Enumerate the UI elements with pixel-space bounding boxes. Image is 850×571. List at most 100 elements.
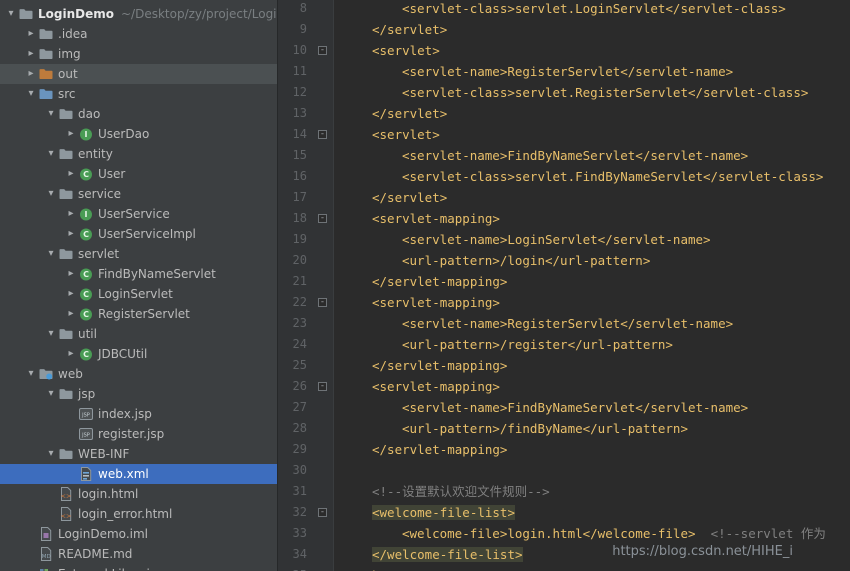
tree-item-entity[interactable]: ▾entity bbox=[0, 144, 277, 164]
code-line-17[interactable]: 17</servlet> bbox=[278, 187, 850, 208]
line-number[interactable]: 23 bbox=[278, 313, 314, 334]
tree-item-user[interactable]: ▸CUser bbox=[0, 164, 277, 184]
fold-gutter[interactable]: - bbox=[314, 376, 334, 397]
tree-item-userserviceimpl[interactable]: ▸CUserServiceImpl bbox=[0, 224, 277, 244]
code-line-10[interactable]: 10-<servlet> bbox=[278, 40, 850, 61]
collapse-fold-icon[interactable]: - bbox=[318, 214, 327, 223]
tree-item-registerservlet[interactable]: ▸CRegisterServlet bbox=[0, 304, 277, 324]
chevron-down-icon[interactable]: ▾ bbox=[44, 144, 58, 164]
collapse-fold-icon[interactable]: - bbox=[318, 130, 327, 139]
tree-item-servlet[interactable]: ▾servlet bbox=[0, 244, 277, 264]
tree-item-loginservlet[interactable]: ▸CLoginServlet bbox=[0, 284, 277, 304]
chevron-down-icon[interactable]: ▾ bbox=[4, 4, 18, 24]
line-number[interactable]: 8 bbox=[278, 0, 314, 19]
line-number[interactable]: 32 bbox=[278, 502, 314, 523]
line-number[interactable]: 18 bbox=[278, 208, 314, 229]
code-line-29[interactable]: 29</servlet-mapping> bbox=[278, 439, 850, 460]
tree-item-idea[interactable]: ▸.idea bbox=[0, 24, 277, 44]
code-line-18[interactable]: 18-<servlet-mapping> bbox=[278, 208, 850, 229]
fold-gutter[interactable]: - bbox=[314, 208, 334, 229]
line-number[interactable]: 15 bbox=[278, 145, 314, 166]
chevron-down-icon[interactable]: ▾ bbox=[44, 184, 58, 204]
line-number[interactable]: 34 bbox=[278, 544, 314, 565]
code-line-28[interactable]: 28<url-pattern>/findByName</url-pattern> bbox=[278, 418, 850, 439]
tree-item-register-jsp[interactable]: JSPregister.jsp bbox=[0, 424, 277, 444]
tree-item-dao[interactable]: ▾dao bbox=[0, 104, 277, 124]
tree-item-jsp[interactable]: ▾jsp bbox=[0, 384, 277, 404]
chevron-down-icon[interactable]: ▾ bbox=[44, 104, 58, 124]
chevron-right-icon[interactable]: ▸ bbox=[64, 344, 78, 364]
tree-item-findbynameservlet[interactable]: ▸CFindByNameServlet bbox=[0, 264, 277, 284]
code-line-11[interactable]: 11<servlet-name>RegisterServlet</servlet… bbox=[278, 61, 850, 82]
line-number[interactable]: 9 bbox=[278, 19, 314, 40]
code-line-22[interactable]: 22-<servlet-mapping> bbox=[278, 292, 850, 313]
tree-item-login-error-html[interactable]: <>login_error.html bbox=[0, 504, 277, 524]
line-number[interactable]: 31 bbox=[278, 481, 314, 502]
line-number[interactable]: 35 bbox=[278, 565, 314, 571]
code-line-20[interactable]: 20<url-pattern>/login</url-pattern> bbox=[278, 250, 850, 271]
chevron-right-icon[interactable]: ▸ bbox=[64, 264, 78, 284]
line-number[interactable]: 12 bbox=[278, 82, 314, 103]
code-line-23[interactable]: 23<servlet-name>RegisterServlet</servlet… bbox=[278, 313, 850, 334]
line-number[interactable]: 28 bbox=[278, 418, 314, 439]
code-line-26[interactable]: 26-<servlet-mapping> bbox=[278, 376, 850, 397]
line-number[interactable]: 14 bbox=[278, 124, 314, 145]
line-number[interactable]: 19 bbox=[278, 229, 314, 250]
code-line-14[interactable]: 14-<servlet> bbox=[278, 124, 850, 145]
tree-item-readme-md[interactable]: MDREADME.md bbox=[0, 544, 277, 564]
code-line-30[interactable]: 30 bbox=[278, 460, 850, 481]
code-line-9[interactable]: 9</servlet> bbox=[278, 19, 850, 40]
code-line-27[interactable]: 27<servlet-name>FindByNameServlet</servl… bbox=[278, 397, 850, 418]
chevron-down-icon[interactable]: ▾ bbox=[24, 84, 38, 104]
tree-item-web-inf[interactable]: ▾WEB-INF bbox=[0, 444, 277, 464]
chevron-right-icon[interactable]: ▸ bbox=[64, 204, 78, 224]
tree-item-external-libraries[interactable]: ▸External Libraries bbox=[0, 564, 277, 571]
code-line-8[interactable]: 8<servlet-class>servlet.LoginServlet</se… bbox=[278, 0, 850, 19]
project-tree-panel[interactable]: ▾LoginDemo~/Desktop/zy/project/Login▸.id… bbox=[0, 0, 278, 571]
tree-item-index-jsp[interactable]: JSPindex.jsp bbox=[0, 404, 277, 424]
tree-item-src[interactable]: ▾src bbox=[0, 84, 277, 104]
chevron-down-icon[interactable]: ▾ bbox=[44, 244, 58, 264]
line-number[interactable]: 11 bbox=[278, 61, 314, 82]
tree-item-util[interactable]: ▾util bbox=[0, 324, 277, 344]
line-number[interactable]: 24 bbox=[278, 334, 314, 355]
line-number[interactable]: 13 bbox=[278, 103, 314, 124]
code-line-25[interactable]: 25</servlet-mapping> bbox=[278, 355, 850, 376]
tree-item-img[interactable]: ▸img bbox=[0, 44, 277, 64]
code-line-31[interactable]: 31<!--设置默认欢迎文件规则--> bbox=[278, 481, 850, 502]
chevron-right-icon[interactable]: ▸ bbox=[64, 284, 78, 304]
code-line-33[interactable]: 33<welcome-file>login.html</welcome-file… bbox=[278, 523, 850, 544]
code-line-24[interactable]: 24<url-pattern>/register</url-pattern> bbox=[278, 334, 850, 355]
chevron-down-icon[interactable]: ▾ bbox=[44, 444, 58, 464]
line-number[interactable]: 29 bbox=[278, 439, 314, 460]
chevron-right-icon[interactable]: ▸ bbox=[24, 44, 38, 64]
tree-item-logindemo[interactable]: ▾LoginDemo~/Desktop/zy/project/Login bbox=[0, 4, 277, 24]
tree-item-web-xml[interactable]: web.xml bbox=[0, 464, 277, 484]
fold-gutter[interactable]: - bbox=[314, 292, 334, 313]
chevron-right-icon[interactable]: ▸ bbox=[24, 564, 38, 571]
chevron-down-icon[interactable]: ▾ bbox=[24, 364, 38, 384]
chevron-right-icon[interactable]: ▸ bbox=[24, 64, 38, 84]
tree-item-logindemo-iml[interactable]: LoginDemo.iml bbox=[0, 524, 277, 544]
line-number[interactable]: 17 bbox=[278, 187, 314, 208]
code-line-13[interactable]: 13</servlet> bbox=[278, 103, 850, 124]
tree-item-web[interactable]: ▾web bbox=[0, 364, 277, 384]
collapse-fold-icon[interactable]: - bbox=[318, 298, 327, 307]
chevron-right-icon[interactable]: ▸ bbox=[64, 164, 78, 184]
fold-gutter[interactable]: - bbox=[314, 40, 334, 61]
code-line-15[interactable]: 15<servlet-name>FindByNameServlet</servl… bbox=[278, 145, 850, 166]
fold-gutter[interactable]: - bbox=[314, 502, 334, 523]
chevron-right-icon[interactable]: ▸ bbox=[64, 304, 78, 324]
line-number[interactable]: 26 bbox=[278, 376, 314, 397]
line-number[interactable]: 20 bbox=[278, 250, 314, 271]
chevron-down-icon[interactable]: ▾ bbox=[44, 324, 58, 344]
code-line-35[interactable]: 35</web-app> bbox=[278, 565, 850, 571]
code-line-19[interactable]: 19<servlet-name>LoginServlet</servlet-na… bbox=[278, 229, 850, 250]
fold-gutter[interactable]: - bbox=[314, 124, 334, 145]
collapse-fold-icon[interactable]: - bbox=[318, 46, 327, 55]
collapse-fold-icon[interactable]: - bbox=[318, 382, 327, 391]
tree-item-userdao[interactable]: ▸IUserDao bbox=[0, 124, 277, 144]
line-number[interactable]: 30 bbox=[278, 460, 314, 481]
line-number[interactable]: 33 bbox=[278, 523, 314, 544]
tree-item-service[interactable]: ▾service bbox=[0, 184, 277, 204]
